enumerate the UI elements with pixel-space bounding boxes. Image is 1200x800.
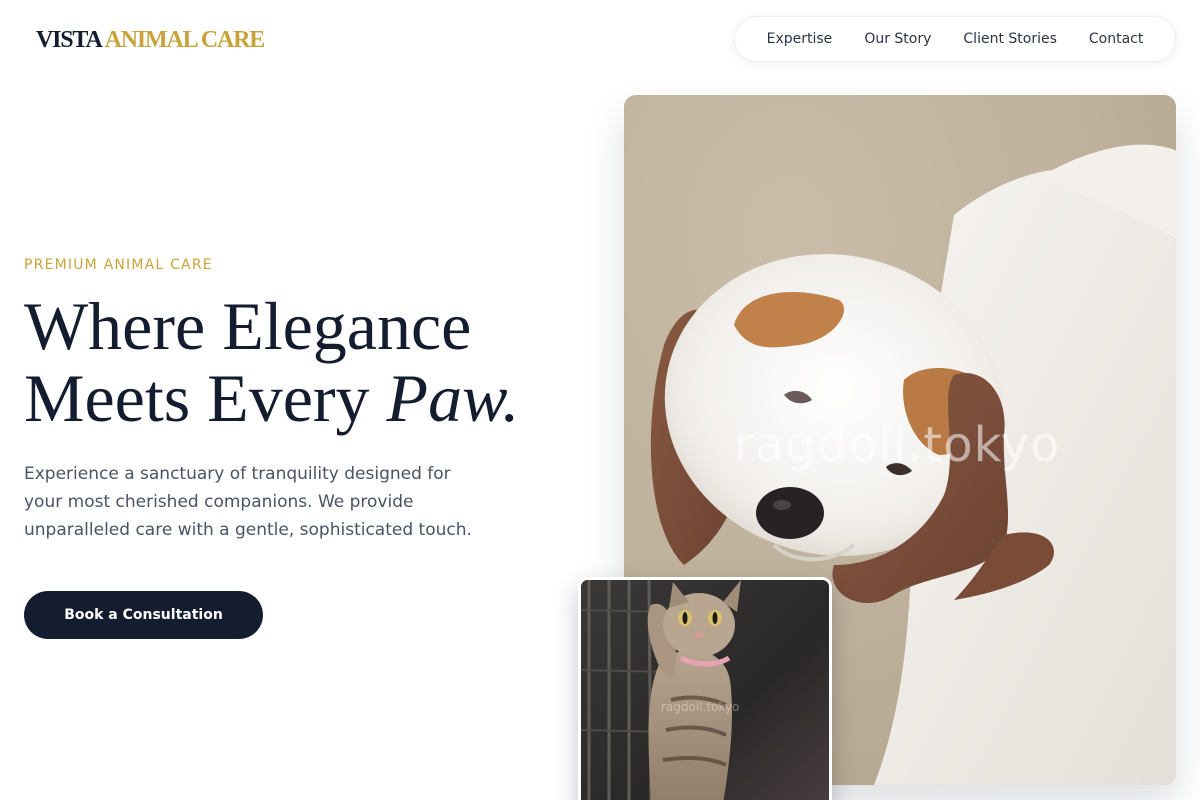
hero-eyebrow: PREMIUM ANIMAL CARE [24,257,213,273]
nav-item-expertise[interactable]: Expertise [767,31,833,47]
logo-accent-text: ANIMAL CARE [104,27,266,53]
photo-watermark-small: ragdoll.tokyo [661,700,740,714]
headline-line-1: Where Elegance [24,288,472,364]
photo-watermark: ragdoll.tokyo [734,417,1061,473]
book-consultation-button[interactable]: Book a Consultation [24,591,263,639]
headline-emphasis: Paw. [386,360,520,436]
main-nav: Expertise Our Story Client Stories Conta… [734,16,1176,62]
secondary-cat-photo: ragdoll.tokyo [578,577,832,800]
nav-item-contact[interactable]: Contact [1089,31,1143,47]
headline-line-2-text: Meets Every [24,360,387,436]
logo-primary-text: VISTA [36,27,103,53]
nav-item-our-story[interactable]: Our Story [864,31,931,47]
nav-item-client-stories[interactable]: Client Stories [963,31,1056,47]
hero-headline: Where Elegance Meets Every Paw. [24,290,604,434]
kitten-illustration [581,580,829,800]
headline-line-2: Meets Every Paw. [24,362,604,434]
hero-description: Experience a sanctuary of tranquility de… [24,464,472,540]
landing-page: VISTA ANIMAL CARE Expertise Our Story Cli… [0,0,1200,800]
brand-logo[interactable]: VISTA ANIMAL CARE [36,26,266,54]
